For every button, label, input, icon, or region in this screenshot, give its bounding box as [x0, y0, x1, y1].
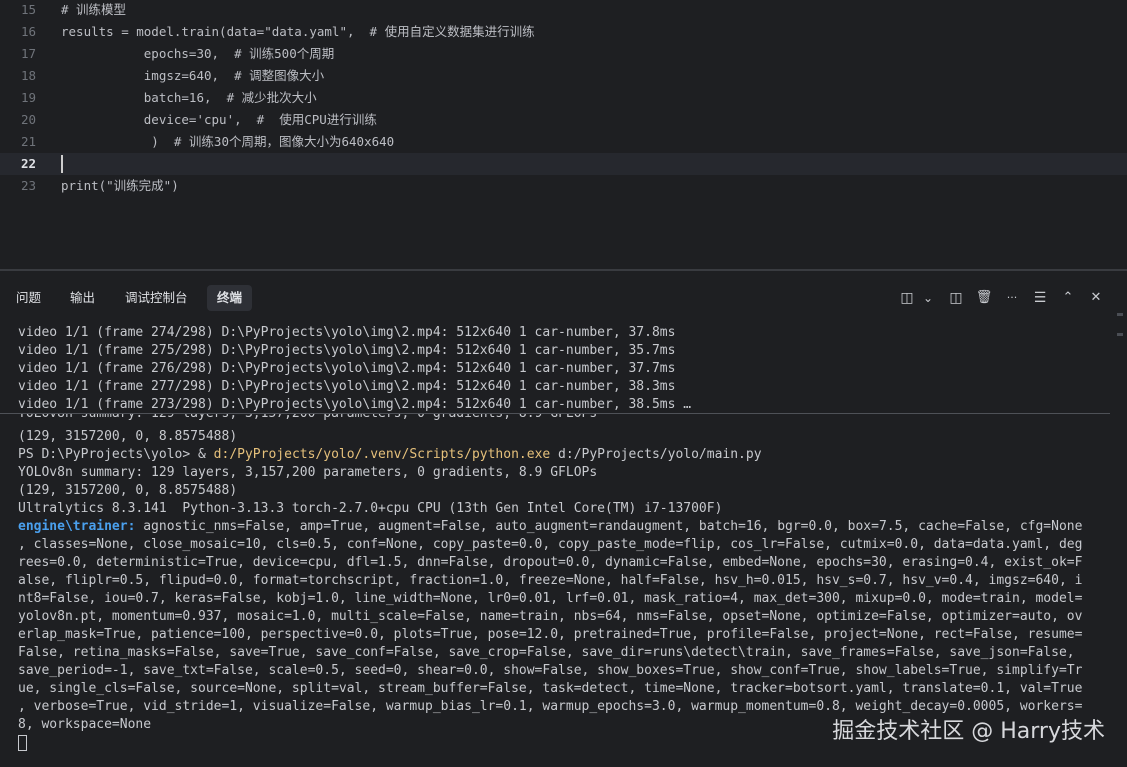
tab-terminal[interactable]: 终端 — [207, 285, 253, 311]
terminal-line: video 1/1 (frame 275/298) D:\PyProjects\… — [18, 343, 676, 358]
chevron-up-icon[interactable]: ⌃ — [1057, 287, 1079, 309]
scrollbar-marker — [1117, 333, 1123, 336]
terminal-line: 8, workspace=None — [18, 717, 152, 732]
terminal-prompt-line: PS D:\PyProjects\yolo> & d:/PyProjects/y… — [18, 446, 762, 464]
terminal-line: ue, single_cls=False, source=None, split… — [18, 681, 1083, 696]
watermark: 掘金技术社区 @ Harry技术 — [832, 719, 1105, 744]
line-number: 21 — [20, 134, 36, 149]
terminal-line: rees=0.0, deterministic=True, device=cpu… — [18, 555, 1083, 570]
terminal-line: alse, fliplr=0.5, flipud=0.0, format=tor… — [18, 573, 1083, 588]
terminal-line: YOLOv8n summary: 129 layers, 3,157,200 p… — [18, 465, 598, 480]
code-line[interactable]: 15 # 训练模型 — [0, 0, 1127, 21]
terminal-line: video 1/1 (frame 276/298) D:\PyProjects\… — [18, 361, 676, 376]
tab-output[interactable]: 输出 — [60, 285, 105, 311]
terminal-line: False, retina_masks=False, save=True, sa… — [18, 645, 1075, 660]
code-line[interactable]: 23 print("训练完成") — [0, 175, 1127, 197]
split-terminal-icon[interactable]: ◫ — [896, 287, 918, 309]
line-number: 23 — [20, 178, 36, 193]
terminal-line: , classes=None, close_mosaic=10, cls=0.5… — [18, 537, 1083, 552]
code-line[interactable]: 19 batch=16, # 减少批次大小 — [0, 87, 1127, 109]
code-text: # 训练模型 — [61, 2, 127, 17]
close-icon[interactable]: ✕ — [1085, 287, 1107, 309]
terminal-line: video 1/1 (frame 273/298) D:\PyProjects\… — [18, 397, 692, 412]
terminal-line: Ultralytics 8.3.141 Python-3.13.3 torch-… — [18, 501, 723, 516]
line-number: 18 — [20, 68, 36, 83]
code-text: device='cpu', # 使用CPU进行训练 — [61, 112, 377, 127]
terminal-line: yolov8n.pt, momentum=0.937, mosaic=1.0, … — [18, 609, 1083, 624]
code-text: epochs=30, # 训练500个周期 — [61, 46, 335, 61]
terminal-line: nt8=False, iou=0.7, keras=False, kobj=1.… — [18, 591, 1083, 606]
code-text: print("训练完成") — [61, 178, 179, 193]
terminal-upper-pane[interactable]: video 1/1 (frame 274/298) D:\PyProjects\… — [0, 323, 1127, 413]
panel-header: 问题 输出 调试控制台 终端 ◫ ⌄ ◫ 🗑 ··· ☰ ⌃ ✕ — [0, 271, 1127, 323]
terminal-line: video 1/1 (frame 274/298) D:\PyProjects\… — [18, 325, 676, 340]
engine-label: engine\trainer: — [18, 519, 136, 534]
code-line[interactable]: 17 epochs=30, # 训练500个周期 — [0, 43, 1127, 65]
text-cursor — [61, 155, 63, 173]
tab-problems[interactable]: 问题 — [6, 285, 51, 311]
code-line[interactable]: 16 results = model.train(data="data.yaml"… — [0, 21, 1127, 43]
line-number: 17 — [20, 46, 36, 61]
terminal-cursor — [18, 735, 27, 751]
code-editor[interactable]: 15 # 训练模型 16 results = model.train(data="da… — [0, 0, 1127, 268]
prompt-executable: d:/PyProjects/yolo/.venv/Scripts/python.… — [213, 447, 551, 462]
code-text: imgsz=640, # 调整图像大小 — [61, 68, 325, 83]
code-line[interactable]: 22 — [0, 153, 1127, 175]
line-number: 16 — [20, 24, 36, 39]
line-number: 19 — [20, 90, 36, 105]
trash-icon[interactable]: 🗑 — [973, 287, 995, 309]
split-editor-icon[interactable]: ◫ — [945, 287, 967, 309]
code-line[interactable]: 20 device='cpu', # 使用CPU进行训练 — [0, 109, 1127, 131]
line-number: 20 — [20, 112, 36, 127]
tab-debug-console[interactable]: 调试控制台 — [115, 285, 198, 311]
code-line[interactable]: 21 ) # 训练30个周期，图像大小为640x640 — [0, 131, 1127, 153]
settings-sliders-icon[interactable]: ☰ — [1029, 287, 1051, 309]
line-number: 15 — [20, 2, 36, 17]
code-line[interactable]: 18 imgsz=640, # 调整图像大小 — [0, 65, 1127, 87]
more-icon[interactable]: ··· — [1001, 287, 1023, 309]
code-text: results = model.train(data="data.yaml", … — [61, 24, 535, 39]
terminal-line: YOLOv8n summary: 129 layers, 3,157,200 p… — [18, 414, 597, 423]
prompt-argument: d:/PyProjects/yolo/main.py — [550, 447, 762, 462]
prompt-prefix: PS D:\PyProjects\yolo> & — [18, 447, 214, 462]
scrollbar-marker — [1117, 313, 1123, 316]
terminal-line: save_period=-1, save_txt=False, scale=0.… — [18, 663, 1083, 678]
code-text: batch=16, # 减少批次大小 — [61, 90, 317, 105]
terminal-engine-line: engine\trainer: agnostic_nms=False, amp=… — [18, 518, 1082, 536]
terminal-line: erlap_mask=True, patience=100, perspecti… — [18, 627, 1083, 642]
line-number: 22 — [20, 156, 36, 171]
terminal-line: (129, 3157200, 0, 8.8575488) — [18, 483, 238, 498]
code-text: ) # 训练30个周期，图像大小为640x640 — [61, 134, 395, 149]
terminal-line: video 1/1 (frame 277/298) D:\PyProjects\… — [18, 379, 676, 394]
engine-args: agnostic_nms=False, amp=True, augment=Fa… — [135, 519, 1083, 534]
chevron-down-icon[interactable]: ⌄ — [917, 287, 939, 309]
terminal-line: (129, 3157200, 0, 8.8575488) — [18, 429, 238, 444]
